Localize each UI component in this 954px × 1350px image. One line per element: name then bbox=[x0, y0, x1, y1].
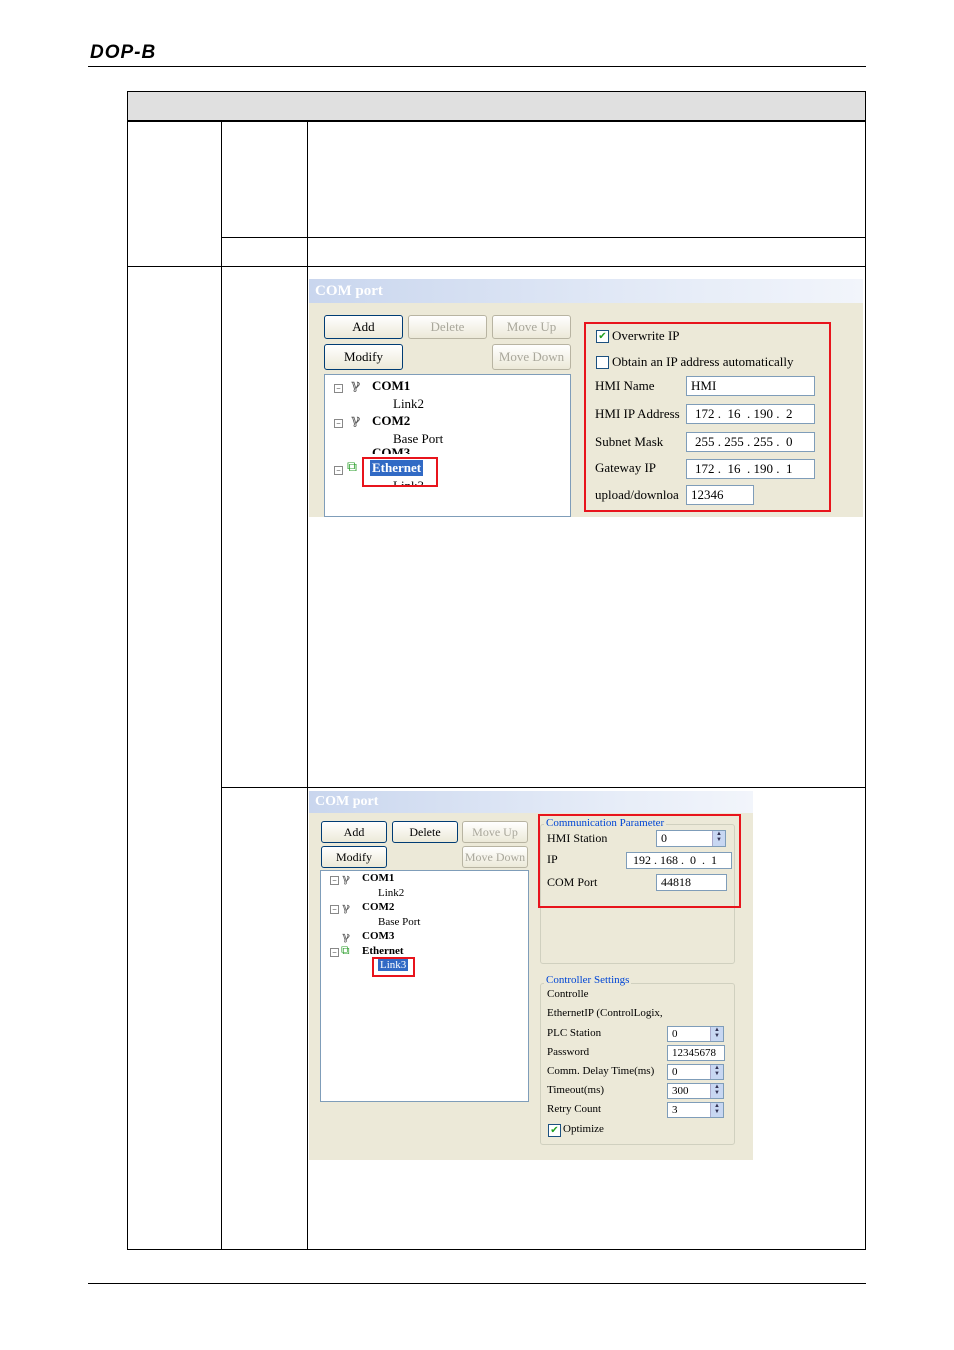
footer-rule bbox=[88, 1283, 866, 1284]
retry-count-field[interactable]: 3 ▲ ▼ bbox=[667, 1102, 724, 1118]
port-tree[interactable]: − ℽ COM1 Link2 − ℽ COM2 Base Port COM3 −… bbox=[324, 374, 571, 517]
spinner-icon[interactable]: ▲ ▼ bbox=[710, 1027, 723, 1041]
ethernet-icon: ⧉ bbox=[347, 460, 357, 475]
serial-port-icon: ℽ bbox=[351, 378, 361, 393]
serial-port-icon: ℽ bbox=[342, 871, 350, 885]
password-label: Password bbox=[547, 1046, 590, 1058]
collapse-icon[interactable]: − bbox=[334, 384, 343, 393]
header-rule bbox=[88, 66, 866, 67]
tree-node-com1[interactable]: COM1 bbox=[362, 872, 394, 884]
controller-label: Controlle bbox=[547, 988, 589, 1000]
collapse-icon[interactable]: − bbox=[334, 419, 343, 428]
com-port-dialog-link3: COM port Add Delete Move Up Modify Move … bbox=[309, 791, 753, 1160]
table-row-divider bbox=[221, 237, 866, 238]
move-down-button[interactable]: Move Down bbox=[492, 344, 571, 370]
delete-button[interactable]: Delete bbox=[408, 315, 487, 339]
tree-node-link2[interactable]: Link2 bbox=[393, 396, 424, 412]
optimize-checkbox[interactable]: ✔ bbox=[548, 1124, 561, 1137]
com-port-dialog-ethernet: COM port Add Delete Move Up Modify Move … bbox=[309, 279, 863, 517]
retry-count-value: 3 bbox=[672, 1104, 678, 1116]
tree-node-base-port[interactable]: Base Port bbox=[378, 916, 420, 928]
delay-time-label: Comm. Delay Time(ms) bbox=[547, 1065, 655, 1077]
serial-port-icon: ℽ bbox=[342, 929, 350, 943]
tree-node-com2[interactable]: COM2 bbox=[372, 413, 410, 429]
table-row-divider bbox=[127, 266, 866, 267]
timeout-field[interactable]: 300 ▲ ▼ bbox=[667, 1083, 724, 1099]
add-button[interactable]: Add bbox=[324, 315, 403, 339]
highlight-ip-settings bbox=[584, 322, 831, 512]
delay-time-field[interactable]: 0 ▲ ▼ bbox=[667, 1064, 724, 1080]
table-row-divider bbox=[221, 787, 866, 788]
add-button[interactable]: Add bbox=[321, 821, 387, 843]
dialog-title: COM port bbox=[309, 279, 863, 303]
ethernet-icon: ⧉ bbox=[341, 943, 350, 957]
password-field[interactable]: 12345678 bbox=[667, 1045, 725, 1061]
table-border-top bbox=[127, 91, 866, 92]
spinner-icon[interactable]: ▲ ▼ bbox=[710, 1103, 723, 1117]
modify-button[interactable]: Modify bbox=[324, 344, 403, 370]
plc-station-value: 0 bbox=[672, 1028, 678, 1040]
table-border-right bbox=[865, 91, 866, 1250]
collapse-icon[interactable]: − bbox=[334, 466, 343, 475]
brand-logo: DOP-B bbox=[90, 42, 157, 63]
optimize-label: Optimize bbox=[563, 1123, 604, 1135]
table-header-row bbox=[127, 91, 865, 120]
timeout-value: 300 bbox=[672, 1085, 689, 1097]
tree-node-link2[interactable]: Link2 bbox=[378, 887, 404, 899]
collapse-icon[interactable]: − bbox=[330, 876, 339, 885]
controller-value: EthernetIP (ControlLogix, bbox=[547, 1007, 663, 1019]
table-border-left bbox=[127, 91, 128, 1250]
highlight-comm-parameter bbox=[538, 814, 741, 908]
spinner-icon[interactable]: ▲ ▼ bbox=[710, 1065, 723, 1079]
plc-station-field[interactable]: 0 ▲ ▼ bbox=[667, 1026, 724, 1042]
tree-node-ethernet[interactable]: Ethernet bbox=[362, 945, 404, 957]
highlight-link3 bbox=[372, 957, 415, 977]
dialog-title: COM port bbox=[309, 791, 753, 813]
table-col-divider bbox=[221, 121, 222, 1250]
table-col-divider bbox=[307, 121, 308, 1250]
tree-node-com2[interactable]: COM2 bbox=[362, 901, 394, 913]
move-up-button[interactable]: Move Up bbox=[462, 821, 528, 843]
tree-node-com1[interactable]: COM1 bbox=[372, 378, 410, 394]
controller-settings-title: Controller Settings bbox=[544, 974, 632, 986]
collapse-icon[interactable]: − bbox=[330, 905, 339, 914]
delete-button[interactable]: Delete bbox=[392, 821, 458, 843]
collapse-icon[interactable]: − bbox=[330, 948, 339, 957]
highlight-ethernet bbox=[362, 457, 438, 487]
tree-node-com3[interactable]: COM3 bbox=[372, 445, 410, 454]
modify-button[interactable]: Modify bbox=[321, 846, 387, 868]
serial-port-icon: ℽ bbox=[351, 413, 361, 428]
plc-station-label: PLC Station bbox=[547, 1027, 602, 1039]
serial-port-icon: ℽ bbox=[342, 900, 350, 914]
spinner-icon[interactable]: ▲ ▼ bbox=[710, 1084, 723, 1098]
timeout-label: Timeout(ms) bbox=[547, 1084, 605, 1096]
move-down-button[interactable]: Move Down bbox=[462, 846, 528, 868]
table-border-top2 bbox=[127, 120, 866, 122]
retry-count-label: Retry Count bbox=[547, 1103, 602, 1115]
table-border-bottom bbox=[127, 1249, 866, 1250]
delay-time-value: 0 bbox=[672, 1066, 678, 1078]
move-up-button[interactable]: Move Up bbox=[492, 315, 571, 339]
port-tree[interactable]: − ℽ COM1 Link2 − ℽ COM2 Base Port ℽ COM3… bbox=[320, 870, 529, 1102]
tree-node-com3[interactable]: COM3 bbox=[362, 930, 394, 942]
